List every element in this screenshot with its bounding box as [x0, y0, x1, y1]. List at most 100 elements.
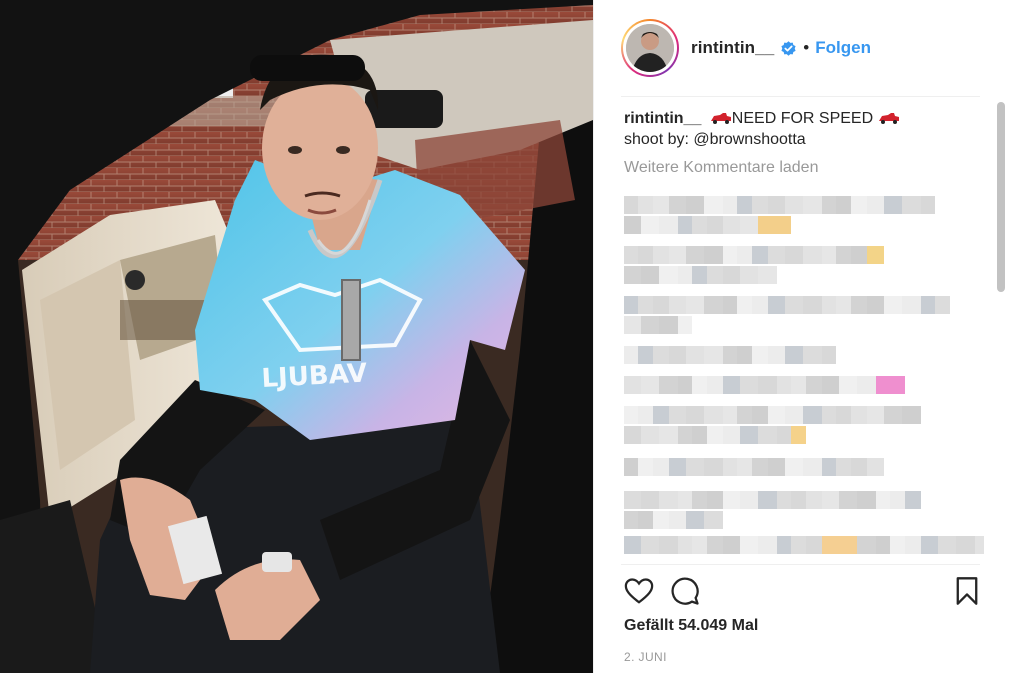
- blur-cell: [669, 296, 686, 314]
- blur-cell: [956, 536, 975, 554]
- post-photo[interactable]: LJUBAV: [0, 0, 593, 673]
- heart-icon: [624, 578, 654, 604]
- comment-button[interactable]: [668, 574, 702, 608]
- scrollbar-thumb[interactable]: [997, 102, 1005, 292]
- blur-cell: [653, 406, 669, 424]
- blur-cell: [641, 536, 659, 554]
- blur-cell: [890, 536, 905, 554]
- blurred-comment-row: [624, 458, 884, 476]
- blur-cell: [669, 346, 686, 364]
- blurred-comment-row: [624, 266, 777, 284]
- blur-cell: [678, 266, 692, 284]
- story-avatar[interactable]: [621, 19, 679, 77]
- blur-cell: [692, 536, 707, 554]
- blurred-comment-row: [624, 491, 921, 509]
- blurred-comment-row: [624, 316, 692, 334]
- caption-username[interactable]: rintintin__: [624, 110, 701, 127]
- avatar-image: [626, 24, 674, 72]
- blurred-comment-row: [624, 246, 884, 264]
- blur-cell: [777, 426, 791, 444]
- blur-cell: [678, 536, 692, 554]
- follow-button[interactable]: Folgen: [815, 38, 871, 58]
- save-button[interactable]: [950, 574, 984, 608]
- blur-cell: [686, 458, 704, 476]
- blur-cell: [653, 346, 669, 364]
- post-date[interactable]: 2. JUNI: [624, 650, 667, 664]
- blur-cell: [707, 536, 723, 554]
- blur-cell: [737, 346, 752, 364]
- blur-cell: [624, 196, 638, 214]
- blur-cell: [851, 406, 867, 424]
- caption-credit: shoot by: @brownshootta: [624, 131, 806, 148]
- blur-cell: [890, 491, 905, 509]
- blur-cell: [659, 536, 678, 554]
- blur-cell: [723, 266, 740, 284]
- blur-cell: [803, 346, 822, 364]
- blur-cell: [740, 536, 758, 554]
- blur-cell: [806, 376, 822, 394]
- blur-cell: [692, 376, 707, 394]
- blur-cell: [641, 376, 659, 394]
- separator-dot: •: [803, 38, 810, 57]
- blur-cell: [758, 376, 777, 394]
- blur-cell: [938, 536, 956, 554]
- blur-cell: [791, 376, 806, 394]
- blur-cell: [653, 296, 669, 314]
- blur-cell: [740, 376, 758, 394]
- comment-icon: [671, 577, 699, 605]
- like-button[interactable]: [622, 574, 656, 608]
- blur-cell: [723, 346, 737, 364]
- blur-cell: [839, 536, 857, 554]
- comments-scrollbar[interactable]: [996, 100, 1006, 562]
- blurred-comments: [624, 196, 984, 564]
- blur-cell: [822, 296, 836, 314]
- blur-cell: [758, 266, 777, 284]
- blur-cell: [678, 316, 692, 334]
- blur-cell: [768, 458, 785, 476]
- blur-cell: [921, 536, 938, 554]
- avatar: [626, 24, 674, 72]
- blur-cell: [867, 406, 884, 424]
- blur-cell: [624, 491, 641, 509]
- blurred-comment-row: [624, 196, 935, 214]
- blur-cell: [902, 296, 921, 314]
- blur-cell: [905, 491, 921, 509]
- blur-cell: [791, 536, 806, 554]
- load-more-comments-link[interactable]: Weitere Kommentare laden: [624, 159, 984, 177]
- blur-cell: [867, 458, 884, 476]
- blur-cell: [740, 491, 758, 509]
- blur-cell: [836, 458, 851, 476]
- post-username[interactable]: rintintin__: [691, 38, 774, 58]
- likes-count[interactable]: Gefällt 54.049 Mal: [624, 617, 758, 635]
- blur-cell: [669, 406, 686, 424]
- blur-cell: [785, 246, 803, 264]
- blur-cell: [752, 458, 768, 476]
- blur-cell: [624, 316, 641, 334]
- blur-cell: [867, 246, 884, 264]
- blur-cell: [890, 376, 905, 394]
- blur-cell: [876, 376, 890, 394]
- blur-cell: [669, 246, 686, 264]
- blur-cell: [777, 216, 791, 234]
- blur-cell: [669, 196, 686, 214]
- blur-cell: [768, 196, 785, 214]
- blur-cell: [822, 491, 839, 509]
- post-details-panel: rintintin__ • Folgen rintintin__ NEED FO…: [593, 0, 1010, 673]
- blur-cell: [737, 406, 752, 424]
- blur-cell: [822, 406, 836, 424]
- blur-cell: [777, 536, 791, 554]
- blur-cell: [692, 491, 707, 509]
- blur-cell: [669, 458, 686, 476]
- blur-cell: [653, 458, 669, 476]
- blur-cell: [641, 266, 659, 284]
- blurred-comment-row: [624, 296, 950, 314]
- blur-cell: [641, 491, 659, 509]
- blur-cell: [659, 216, 678, 234]
- blur-cell: [740, 426, 758, 444]
- blur-cell: [758, 536, 777, 554]
- blur-cell: [638, 511, 653, 529]
- blur-cell: [777, 491, 791, 509]
- header-divider: [621, 96, 980, 97]
- blurred-comment-row: [624, 376, 905, 394]
- blur-cell: [822, 246, 836, 264]
